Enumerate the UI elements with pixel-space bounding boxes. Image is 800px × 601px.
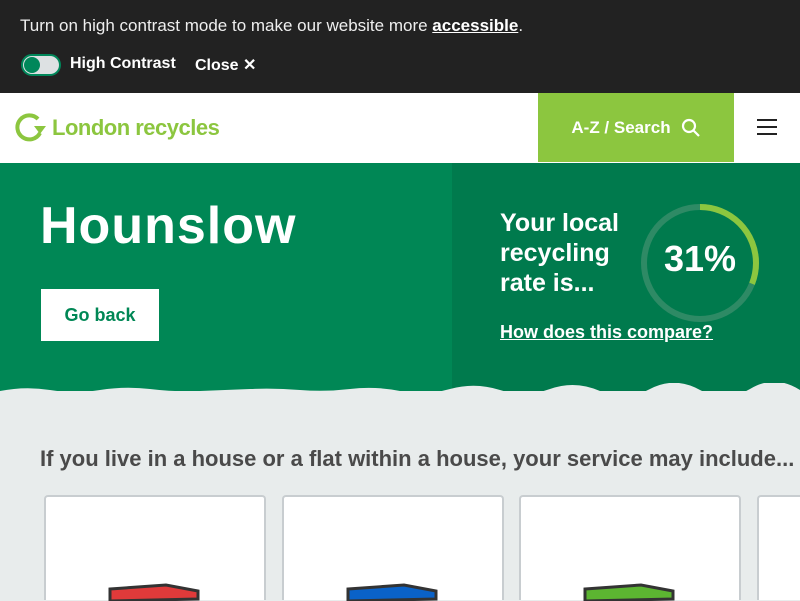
accessibility-banner: Turn on high contrast mode to make our w… — [0, 0, 800, 93]
rate-line: rate is... — [500, 269, 595, 297]
bin-icon — [583, 583, 675, 601]
wave-divider — [0, 383, 800, 397]
page-title: Hounslow — [40, 197, 297, 255]
accessible-link[interactable]: accessible — [432, 16, 518, 35]
logo[interactable]: London recycles — [14, 113, 220, 143]
close-banner-button[interactable]: Close ✕ — [195, 55, 256, 75]
recycle-arrow-icon — [15, 113, 46, 142]
hamburger-icon[interactable] — [757, 119, 777, 140]
banner-text: Turn on high contrast mode to make our w… — [20, 16, 433, 35]
service-card[interactable] — [757, 495, 800, 600]
az-search-button[interactable]: A-Z / Search — [538, 93, 734, 162]
services-heading: If you live in a house or a flat within … — [40, 446, 795, 471]
go-back-button[interactable]: Go back — [41, 289, 159, 341]
logo-text: London recycles — [52, 115, 220, 140]
rate-line: Your local — [500, 209, 620, 237]
banner-message: Turn on high contrast mode to make our w… — [20, 16, 523, 36]
service-card[interactable] — [44, 495, 266, 601]
toggle-knob — [24, 57, 40, 73]
high-contrast-toggle[interactable] — [21, 54, 61, 76]
rate-value: 31% — [663, 238, 737, 279]
bin-icon — [346, 583, 438, 601]
compare-link[interactable]: How does this compare? — [500, 322, 713, 343]
site-header: London recycles A-Z / Search — [0, 93, 800, 163]
period: . — [518, 16, 524, 35]
bin-icon — [108, 583, 200, 601]
high-contrast-label: High Contrast — [70, 55, 176, 72]
search-label: A-Z / Search — [571, 117, 671, 137]
service-card[interactable] — [282, 495, 504, 601]
rate-text: Your local recycling rate is... — [500, 208, 619, 298]
service-card[interactable] — [519, 495, 741, 601]
rate-line: recycling — [500, 239, 610, 267]
search-icon — [681, 118, 700, 137]
